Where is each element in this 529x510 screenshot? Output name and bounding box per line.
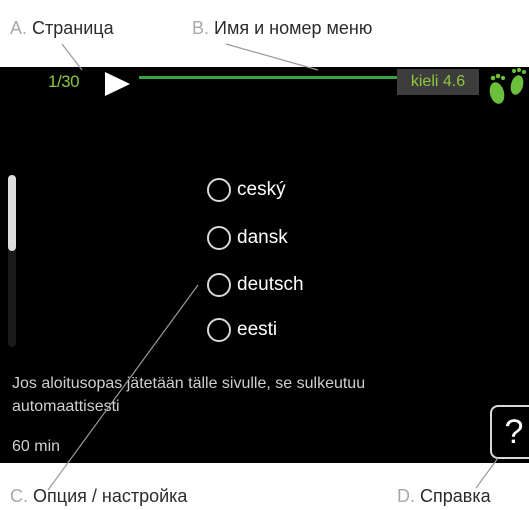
info-text: Jos aloitusopas jätetään tälle sivulle, … bbox=[12, 375, 366, 415]
option-label: ceský bbox=[237, 179, 286, 200]
play-arrow-icon[interactable] bbox=[102, 71, 132, 97]
option-dansk[interactable]: dansk bbox=[207, 222, 288, 254]
device-screen: 1/30 kieli 4.6 ceský dansk deutsch eesti… bbox=[0, 67, 529, 463]
callout-menu-name-text: Имя и номер меню bbox=[214, 18, 373, 38]
option-deutsch[interactable]: deutsch bbox=[207, 269, 304, 301]
help-icon: ? bbox=[504, 413, 524, 451]
callout-option-letter: C. bbox=[10, 486, 28, 506]
callout-help-letter: D. bbox=[397, 486, 415, 506]
radio-button[interactable] bbox=[207, 318, 231, 342]
help-button[interactable]: ? bbox=[490, 405, 529, 459]
option-label: eesti bbox=[237, 319, 278, 340]
callout-menu-name: B. Имя и номер меню bbox=[192, 18, 372, 39]
scrollbar-thumb[interactable] bbox=[8, 175, 16, 251]
callout-menu-name-letter: B. bbox=[192, 18, 210, 38]
callout-help: D. Справка bbox=[397, 486, 491, 507]
callout-option-text: Опция / настройка bbox=[33, 486, 188, 506]
option-label: dansk bbox=[237, 227, 288, 248]
menu-title-line bbox=[139, 76, 397, 79]
callout-page-text: Страница bbox=[32, 18, 114, 38]
radio-button[interactable] bbox=[207, 226, 231, 250]
option-eesti[interactable]: eesti bbox=[207, 314, 277, 346]
page-indicator: 1/30 bbox=[48, 72, 80, 91]
footprints-icon bbox=[489, 67, 526, 104]
timeout-text: 60 min bbox=[12, 438, 61, 455]
option-cesky[interactable]: ceský bbox=[207, 174, 286, 206]
option-label: deutsch bbox=[237, 274, 304, 295]
callout-page-letter: A. bbox=[10, 18, 28, 38]
callout-option-setting: C. Опция / настройка bbox=[10, 486, 187, 507]
menu-title: kieli 4.6 bbox=[397, 69, 479, 95]
radio-button[interactable] bbox=[207, 178, 231, 202]
callout-help-text: Справка bbox=[420, 486, 491, 506]
callout-page: A. Страница bbox=[10, 18, 114, 39]
radio-button[interactable] bbox=[207, 273, 231, 297]
